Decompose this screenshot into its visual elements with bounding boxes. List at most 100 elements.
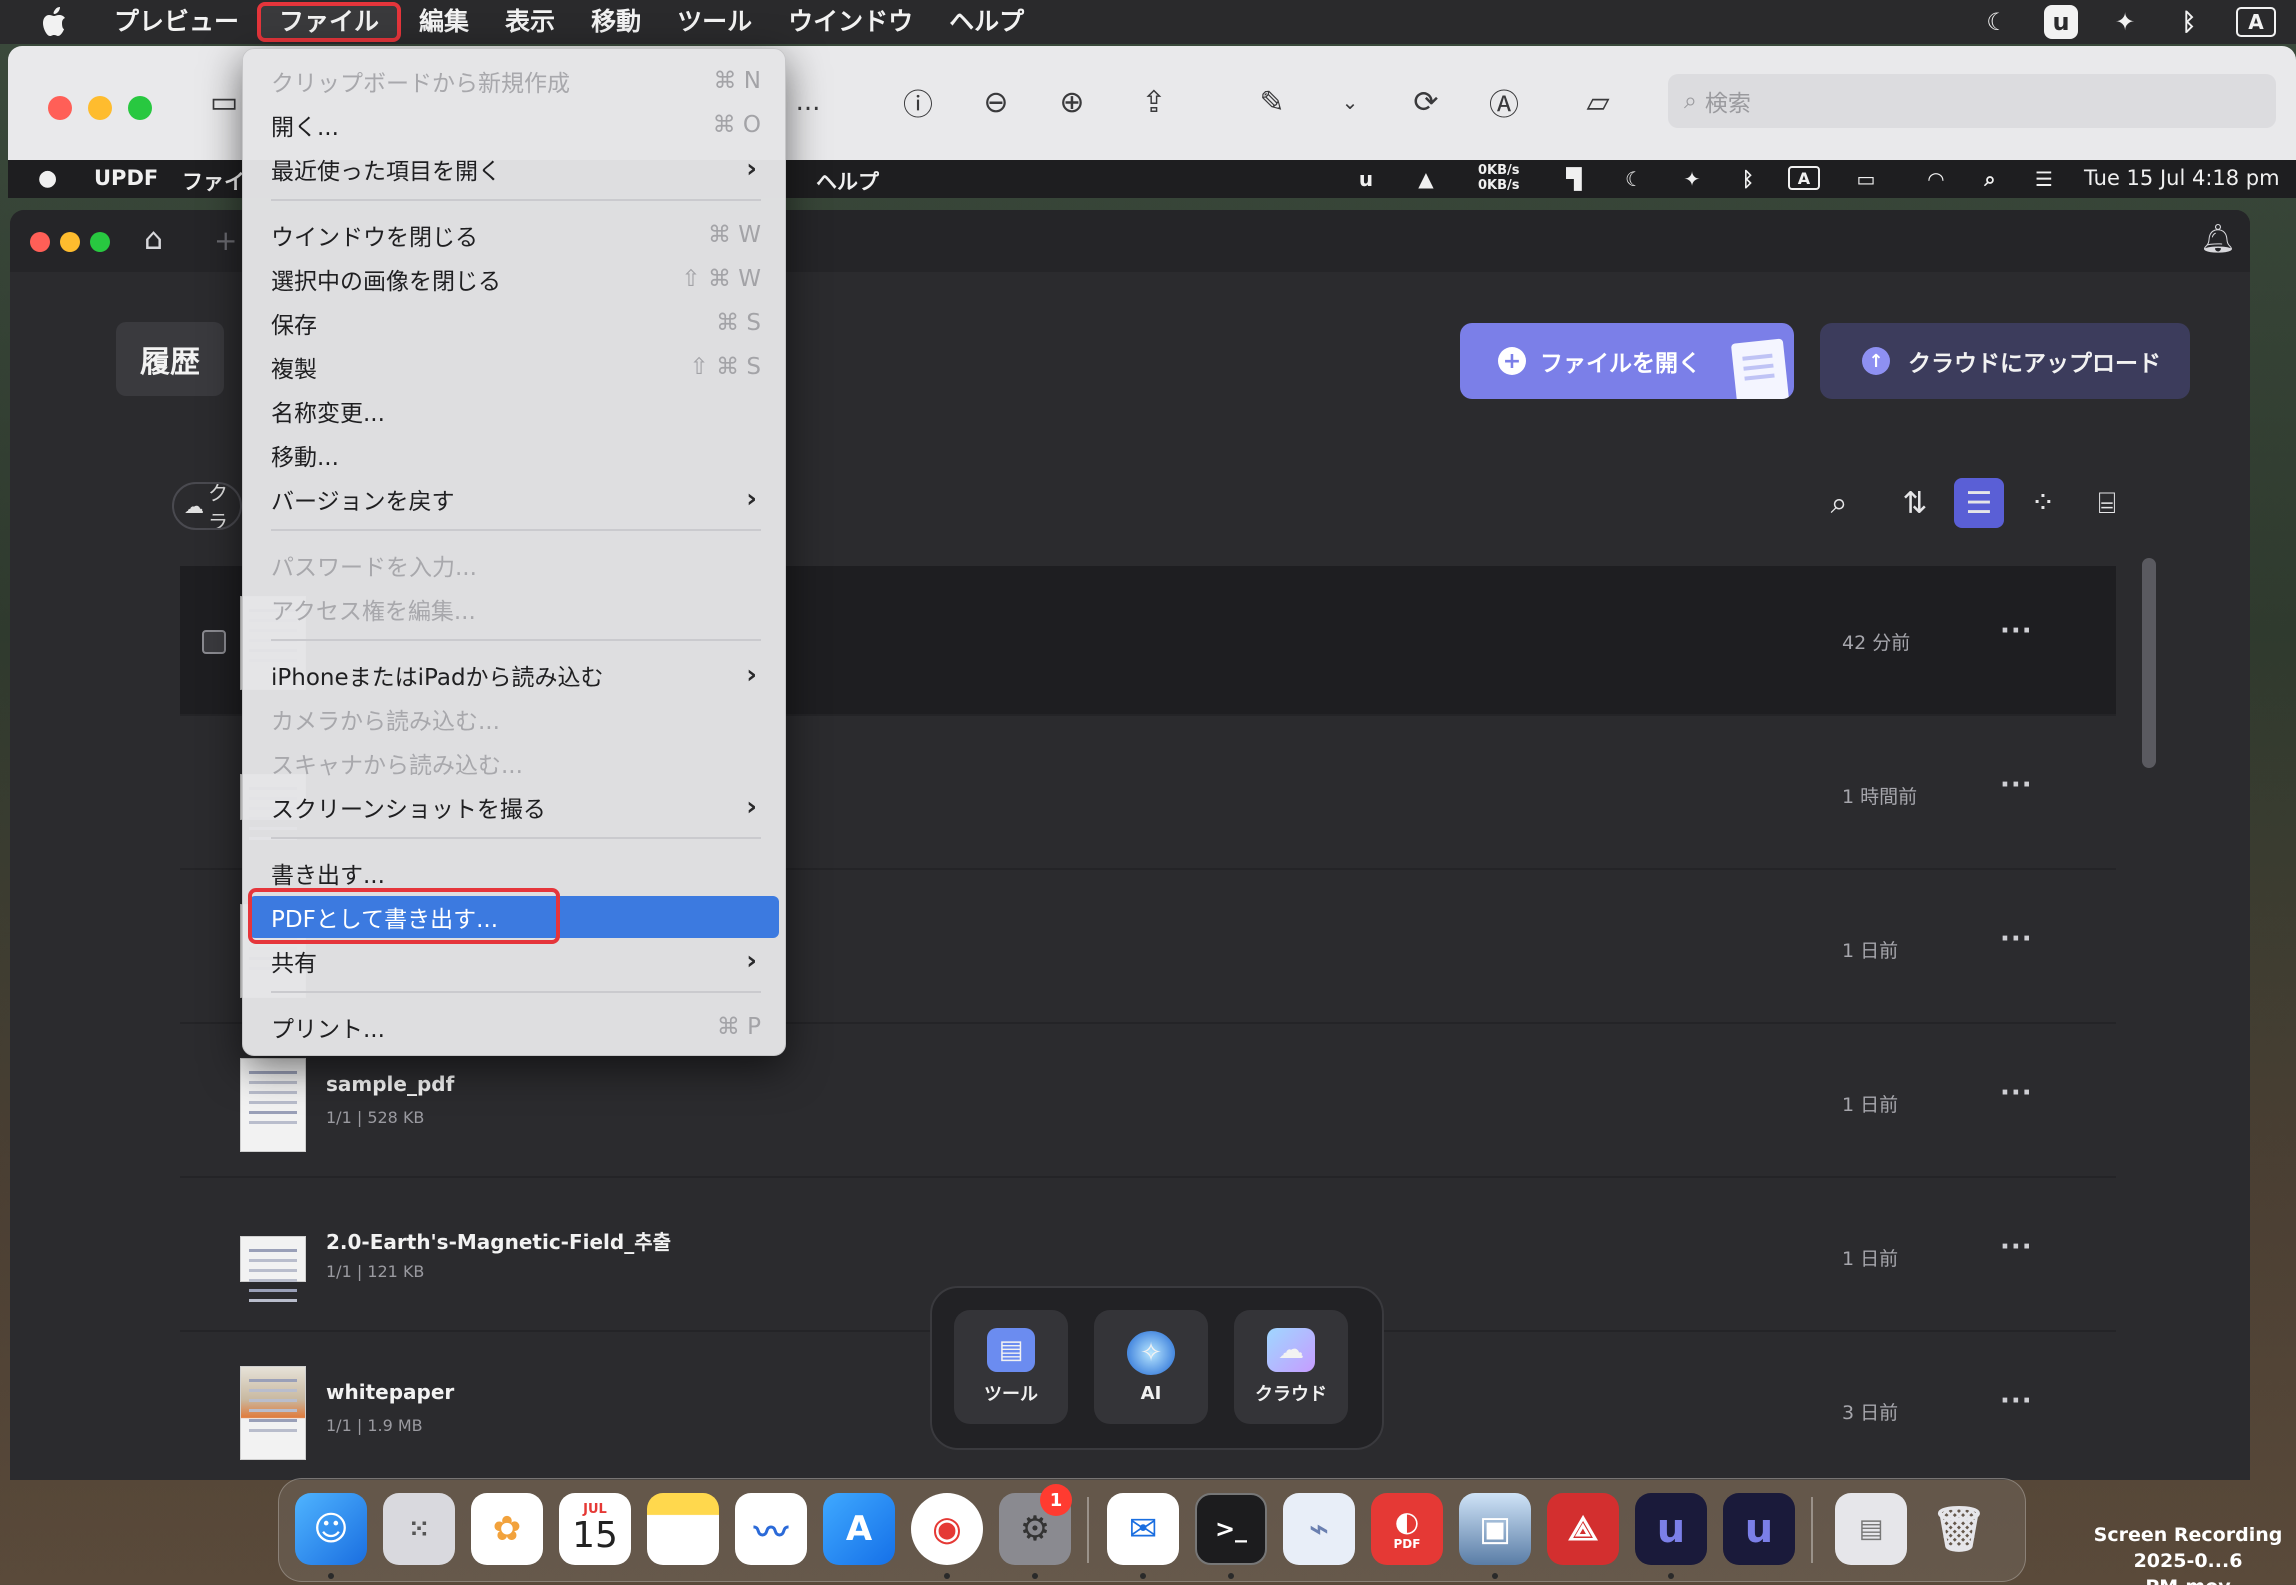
more-options-icon[interactable]: ··· — [2000, 770, 2033, 800]
preview-icon[interactable]: ▣ — [1459, 1493, 1531, 1565]
cat-status-icon[interactable]: ▲ — [1412, 166, 1440, 192]
zoom-in-icon[interactable]: ⊕ — [1052, 82, 1092, 122]
mail-client-icon[interactable]: ✉ — [1107, 1493, 1179, 1565]
ai-button[interactable]: ✧ AI — [1094, 1310, 1208, 1424]
night-mode-status-icon[interactable]: ☾ — [1620, 166, 1648, 192]
updf-close-button[interactable] — [30, 232, 50, 252]
menu-item-export[interactable]: 書き出す... — [271, 853, 761, 893]
screen-recording-file[interactable]: Screen Recording 2025-0...6 PM.mov — [2088, 1522, 2288, 1585]
minimized-window-icon[interactable]: ▤ — [1835, 1493, 1907, 1565]
menu-app-preview[interactable]: プレビュー — [96, 2, 257, 42]
list-view-icon[interactable]: ☰ — [1954, 478, 2004, 528]
more-options-icon[interactable]: ··· — [2000, 616, 2033, 646]
app-store-icon[interactable]: A — [823, 1493, 895, 1565]
updf-second-icon[interactable]: u — [1723, 1493, 1795, 1565]
bookmark-status-icon[interactable]: ▜ — [1560, 166, 1588, 192]
menu-edit[interactable]: 編集 — [401, 2, 487, 42]
spotlight-icon[interactable]: ⌕ — [1976, 166, 2004, 192]
updf-menubar-icon[interactable]: u — [2044, 5, 2078, 39]
annotate-icon[interactable]: Ⓐ — [1484, 82, 1524, 123]
rotate-icon[interactable]: ⟳ — [1406, 82, 1446, 122]
menu-item-import-from-iphone[interactable]: iPhoneまたはiPadから読み込む › — [271, 655, 761, 695]
menu-item-take-screenshot[interactable]: スクリーンショットを撮る › — [271, 787, 761, 827]
menu-go[interactable]: 移動 — [573, 2, 659, 42]
menu-item-print[interactable]: プリント... ⌘ P — [271, 1007, 761, 1047]
updf-icon[interactable]: u — [1635, 1493, 1707, 1565]
zoom-window-button[interactable] — [128, 96, 152, 120]
open-file-button[interactable]: + ファイルを開く — [1460, 323, 1794, 399]
updf-menu-help[interactable]: ヘルプ — [816, 166, 879, 196]
updf-apple-icon[interactable]: ● — [38, 166, 57, 191]
apple-menu-icon[interactable] — [36, 5, 70, 39]
search-files-icon[interactable]: ⌕ — [1814, 478, 1864, 528]
screenshot-status-icon[interactable]: ✦ — [1678, 166, 1706, 192]
network-speed-monitor[interactable]: 0KB/s 0KB/s — [1478, 163, 1520, 193]
calendar-icon[interactable]: JUL 15 — [559, 1493, 631, 1565]
toolbar-overflow-icon[interactable]: ... — [788, 82, 828, 122]
menu-tools[interactable]: ツール — [659, 2, 770, 42]
menu-help[interactable]: ヘルプ — [931, 2, 1042, 42]
menu-item-share[interactable]: 共有 › — [271, 941, 761, 981]
close-window-button[interactable] — [48, 96, 72, 120]
menu-window[interactable]: ウインドウ — [770, 2, 931, 42]
menu-item-rename[interactable]: 名称変更... — [271, 391, 761, 431]
share-icon[interactable]: ⇪ — [1134, 82, 1174, 122]
updf-menu-file[interactable]: ファイ — [182, 166, 245, 196]
row-checkbox[interactable] — [202, 630, 226, 654]
updf-zoom-button[interactable] — [90, 232, 110, 252]
input-mode-indicator[interactable]: A — [2236, 7, 2276, 37]
input-mode-status[interactable]: A — [1788, 166, 1820, 190]
photos-icon[interactable]: ✿ — [471, 1493, 543, 1565]
pdf-expert-icon[interactable]: ◐ PDF — [1371, 1493, 1443, 1565]
clean-up-icon[interactable]: ⌸ — [2082, 478, 2132, 528]
history-tab[interactable]: 履歴 — [116, 322, 224, 396]
menu-item-revert[interactable]: バージョンを戻す › — [271, 479, 761, 519]
grid-view-icon[interactable]: ⁘ — [2018, 478, 2068, 528]
markup-pen-icon[interactable]: ✎ — [1252, 82, 1292, 122]
finder-icon[interactable]: ☺ — [295, 1493, 367, 1565]
menu-item-save[interactable]: 保存 ⌘ S — [271, 303, 761, 343]
menu-item-open-recent[interactable]: 最近使った項目を開く › — [271, 149, 761, 189]
acrobat-icon[interactable]: ⟁ — [1547, 1493, 1619, 1565]
wifi-icon[interactable]: ◠ — [1922, 166, 1950, 192]
tools-button[interactable]: ▤ ツール — [954, 1310, 1068, 1424]
control-center-icon[interactable]: ☰ — [2030, 166, 2058, 192]
menu-view[interactable]: 表示 — [487, 2, 573, 42]
battery-icon[interactable]: ▭ — [1852, 166, 1880, 192]
menu-file[interactable]: ファイル — [257, 2, 402, 42]
updf-status-icon[interactable]: u — [1352, 166, 1380, 192]
more-options-icon[interactable]: ··· — [2000, 1386, 2033, 1416]
chrome-icon[interactable]: ◉ — [911, 1493, 983, 1565]
screenshot-tool-icon[interactable]: ✦ — [2108, 5, 2142, 39]
trash-icon[interactable]: 🗑︎ — [1923, 1493, 1995, 1565]
menu-item-open[interactable]: 開く... ⌘ O — [271, 105, 761, 145]
bluetooth-status-icon[interactable]: ᛒ — [1734, 166, 1762, 192]
notes-icon[interactable] — [647, 1493, 719, 1565]
cloud-button[interactable]: ☁ クラウド — [1234, 1310, 1348, 1424]
night-mode-icon[interactable]: ☾ — [1980, 5, 2014, 39]
notification-bell-icon[interactable]: 🔔︎ — [2200, 222, 2236, 255]
menu-item-duplicate[interactable]: 複製 ⇧ ⌘ S — [271, 347, 761, 387]
list-scrollbar[interactable] — [2142, 558, 2156, 768]
markup-chevron-down-icon[interactable]: ⌄ — [1330, 82, 1370, 122]
info-icon[interactable]: ⓘ — [898, 82, 938, 123]
signature-icon[interactable]: ▱ — [1578, 82, 1618, 122]
menu-item-close-window[interactable]: ウインドウを閉じる ⌘ W — [271, 215, 761, 255]
menu-bar-clock[interactable]: Tue 15 Jul 4:18 pm — [2084, 166, 2280, 190]
sidebar-toggle-icon[interactable]: ▭ — [204, 82, 244, 122]
freeform-icon[interactable]: 〰 — [735, 1493, 807, 1565]
sort-icon[interactable]: ⇅ — [1890, 478, 1940, 528]
updf-menu-app[interactable]: UPDF — [94, 166, 158, 190]
bluetooth-icon[interactable]: ᛒ — [2172, 5, 2206, 39]
search-field[interactable]: ⌕ 検索 — [1668, 74, 2276, 128]
launchpad-icon[interactable]: ⁙ — [383, 1493, 455, 1565]
zoom-out-icon[interactable]: ⊖ — [976, 82, 1016, 122]
home-icon[interactable]: ⌂ — [144, 222, 163, 257]
more-options-icon[interactable]: ··· — [2000, 1078, 2033, 1108]
upload-to-cloud-button[interactable]: ↑ クラウドにアップロード — [1820, 323, 2190, 399]
updf-minimize-button[interactable] — [60, 232, 80, 252]
more-options-icon[interactable]: ··· — [2000, 924, 2033, 954]
menu-item-move[interactable]: 移動... — [271, 435, 761, 475]
more-options-icon[interactable]: ··· — [2000, 1232, 2033, 1262]
minimize-window-button[interactable] — [88, 96, 112, 120]
